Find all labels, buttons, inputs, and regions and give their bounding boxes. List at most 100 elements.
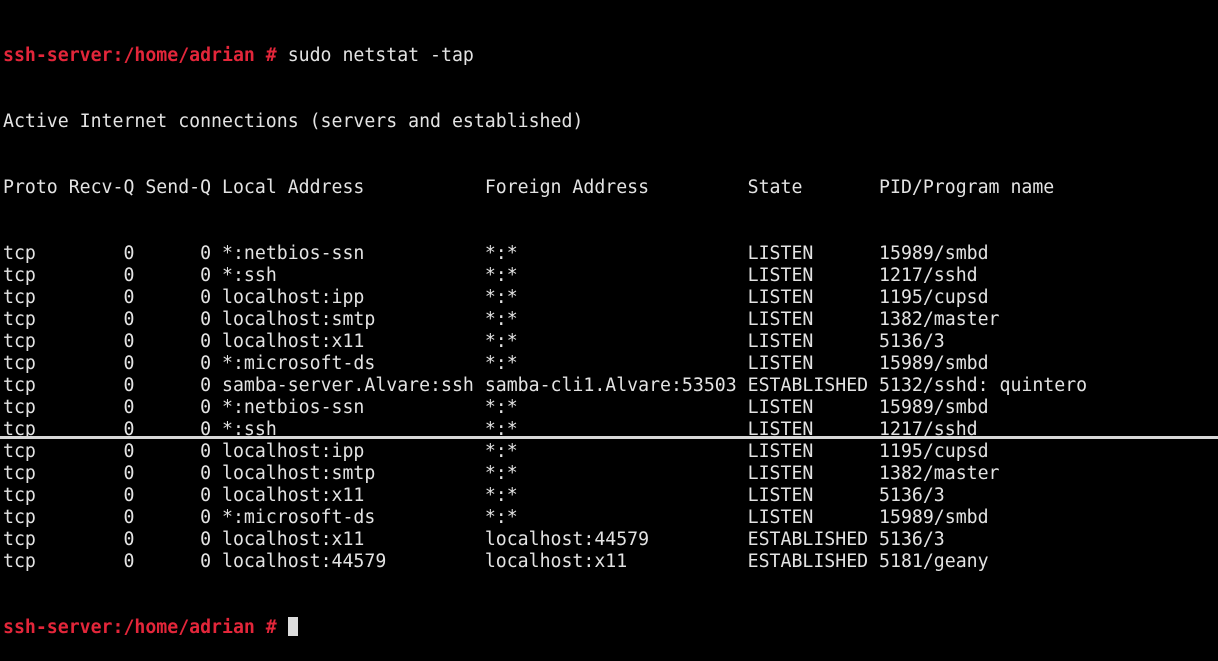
connection-table: tcp 0 0 *:netbios-ssn *:* LISTEN 15989/s…: [3, 243, 1218, 573]
recvq-cell: 0: [68, 265, 135, 286]
connection-row: tcp 0 0 localhost:x11 *:* LISTEN 5136/3: [3, 331, 1218, 353]
text-cursor: [287, 617, 298, 636]
header-proto-cell: Proto: [3, 177, 58, 198]
state-cell: LISTEN: [747, 265, 869, 286]
pid-program-cell: 5132/sshd: quintero: [879, 375, 1088, 396]
connection-row: tcp 0 0 localhost:44579 localhost:x11 ES…: [3, 551, 1218, 573]
foreign-address-cell: *:*: [484, 353, 737, 374]
recvq-cell: 0: [68, 243, 135, 264]
local-address-cell: localhost:44579: [222, 551, 474, 572]
pid-program-cell: 5181/geany: [879, 551, 989, 572]
sendq-cell: 0: [145, 507, 212, 528]
pid-program-cell: 5136/3: [879, 485, 945, 506]
proto-cell: tcp: [3, 353, 58, 374]
shell-prompt: ssh-server:/home/adrian #: [3, 45, 277, 66]
recvq-cell: 0: [68, 485, 135, 506]
state-cell: LISTEN: [747, 353, 869, 374]
connection-row: tcp 0 0 localhost:ipp *:* LISTEN 1195/cu…: [3, 287, 1218, 309]
state-cell: LISTEN: [747, 287, 869, 308]
recvq-cell: 0: [68, 463, 135, 484]
recvq-cell: 0: [68, 507, 135, 528]
state-cell: ESTABLISHED: [747, 551, 869, 572]
recvq-cell: 0: [68, 441, 135, 462]
local-address-cell: localhost:ipp: [222, 287, 474, 308]
header-recvq-cell: Recv-Q: [68, 177, 135, 198]
pid-program-cell: 5136/3: [879, 331, 945, 352]
header-sendq-cell: Send-Q: [145, 177, 212, 198]
local-address-cell: *:netbios-ssn: [222, 243, 474, 264]
sendq-cell: 0: [145, 551, 212, 572]
local-address-cell: *:microsoft-ds: [222, 507, 474, 528]
recvq-cell: 0: [68, 375, 135, 396]
proto-cell: tcp: [3, 441, 58, 462]
local-address-cell: localhost:smtp: [222, 463, 474, 484]
proto-cell: tcp: [3, 529, 58, 550]
pid-program-cell: 1382/master: [879, 309, 1000, 330]
proto-cell: tcp: [3, 463, 58, 484]
proto-cell: tcp: [3, 375, 58, 396]
recvq-cell: 0: [68, 397, 135, 418]
header-foreign-address-cell: Foreign Address: [484, 177, 737, 198]
sendq-cell: 0: [145, 485, 212, 506]
sendq-cell: 0: [145, 463, 212, 484]
recvq-cell: 0: [68, 309, 135, 330]
sendq-cell: 0: [145, 375, 212, 396]
proto-cell: tcp: [3, 507, 58, 528]
local-address-cell: localhost:ipp: [222, 441, 474, 462]
sendq-cell: 0: [145, 441, 212, 462]
state-cell: LISTEN: [747, 485, 869, 506]
state-cell: LISTEN: [747, 243, 869, 264]
proto-cell: tcp: [3, 265, 58, 286]
connection-row: tcp 0 0 localhost:smtp *:* LISTEN 1382/m…: [3, 463, 1218, 485]
header-pid-program-cell: PID/Program name: [879, 177, 1055, 198]
state-cell: LISTEN: [747, 507, 869, 528]
command-line: ssh-server:/home/adrian # sudo netstat -…: [3, 45, 1218, 67]
recvq-cell: 0: [68, 529, 135, 550]
input-line[interactable]: ssh-server:/home/adrian #: [3, 617, 1218, 639]
state-cell: ESTABLISHED: [747, 375, 869, 396]
local-address-cell: localhost:x11: [222, 529, 474, 550]
sendq-cell: 0: [145, 353, 212, 374]
pid-program-cell: 1195/cupsd: [879, 287, 989, 308]
state-cell: ESTABLISHED: [747, 529, 869, 550]
connection-row: tcp 0 0 localhost:smtp *:* LISTEN 1382/m…: [3, 309, 1218, 331]
local-address-cell: localhost:x11: [222, 331, 474, 352]
connection-row: tcp 0 0 samba-server.Alvare:ssh samba-cl…: [3, 375, 1218, 397]
foreign-address-cell: *:*: [484, 243, 737, 264]
foreign-address-cell: *:*: [484, 309, 737, 330]
proto-cell: tcp: [3, 243, 58, 264]
foreign-address-cell: *:*: [484, 463, 737, 484]
pid-program-cell: 15989/smbd: [879, 353, 989, 374]
local-address-cell: *:netbios-ssn: [222, 397, 474, 418]
foreign-address-cell: samba-cli1.Alvare:53503: [484, 375, 737, 396]
foreign-address-cell: *:*: [484, 265, 737, 286]
connection-row: tcp 0 0 localhost:ipp *:* LISTEN 1195/cu…: [3, 441, 1218, 463]
pid-program-cell: 1217/sshd: [879, 265, 978, 286]
header-local-address-cell: Local Address: [222, 177, 474, 198]
proto-cell: tcp: [3, 331, 58, 352]
proto-cell: tcp: [3, 551, 58, 572]
state-cell: LISTEN: [747, 397, 869, 418]
state-cell: LISTEN: [747, 331, 869, 352]
proto-cell: tcp: [3, 309, 58, 330]
connection-row: tcp 0 0 *:netbios-ssn *:* LISTEN 15989/s…: [3, 243, 1218, 265]
proto-cell: tcp: [3, 485, 58, 506]
pid-program-cell: 15989/smbd: [879, 397, 989, 418]
state-cell: LISTEN: [747, 309, 869, 330]
proto-cell: tcp: [3, 397, 58, 418]
foreign-address-cell: *:*: [484, 397, 737, 418]
sendq-cell: 0: [145, 287, 212, 308]
sendq-cell: 0: [145, 309, 212, 330]
connection-row: tcp 0 0 *:microsoft-ds *:* LISTEN 15989/…: [3, 507, 1218, 529]
proto-cell: tcp: [3, 287, 58, 308]
connection-row: tcp 0 0 localhost:x11 localhost:44579 ES…: [3, 529, 1218, 551]
local-address-cell: localhost:x11: [222, 485, 474, 506]
output-heading: Active Internet connections (servers and…: [3, 111, 584, 132]
state-cell: LISTEN: [747, 441, 869, 462]
terminal-window[interactable]: ssh-server:/home/adrian # sudo netstat -…: [3, 1, 1218, 638]
command-text: sudo netstat -tap: [287, 45, 474, 66]
recvq-cell: 0: [68, 551, 135, 572]
sendq-cell: 0: [145, 397, 212, 418]
state-cell: LISTEN: [747, 463, 869, 484]
connection-row: tcp 0 0 *:microsoft-ds *:* LISTEN 15989/…: [3, 353, 1218, 375]
